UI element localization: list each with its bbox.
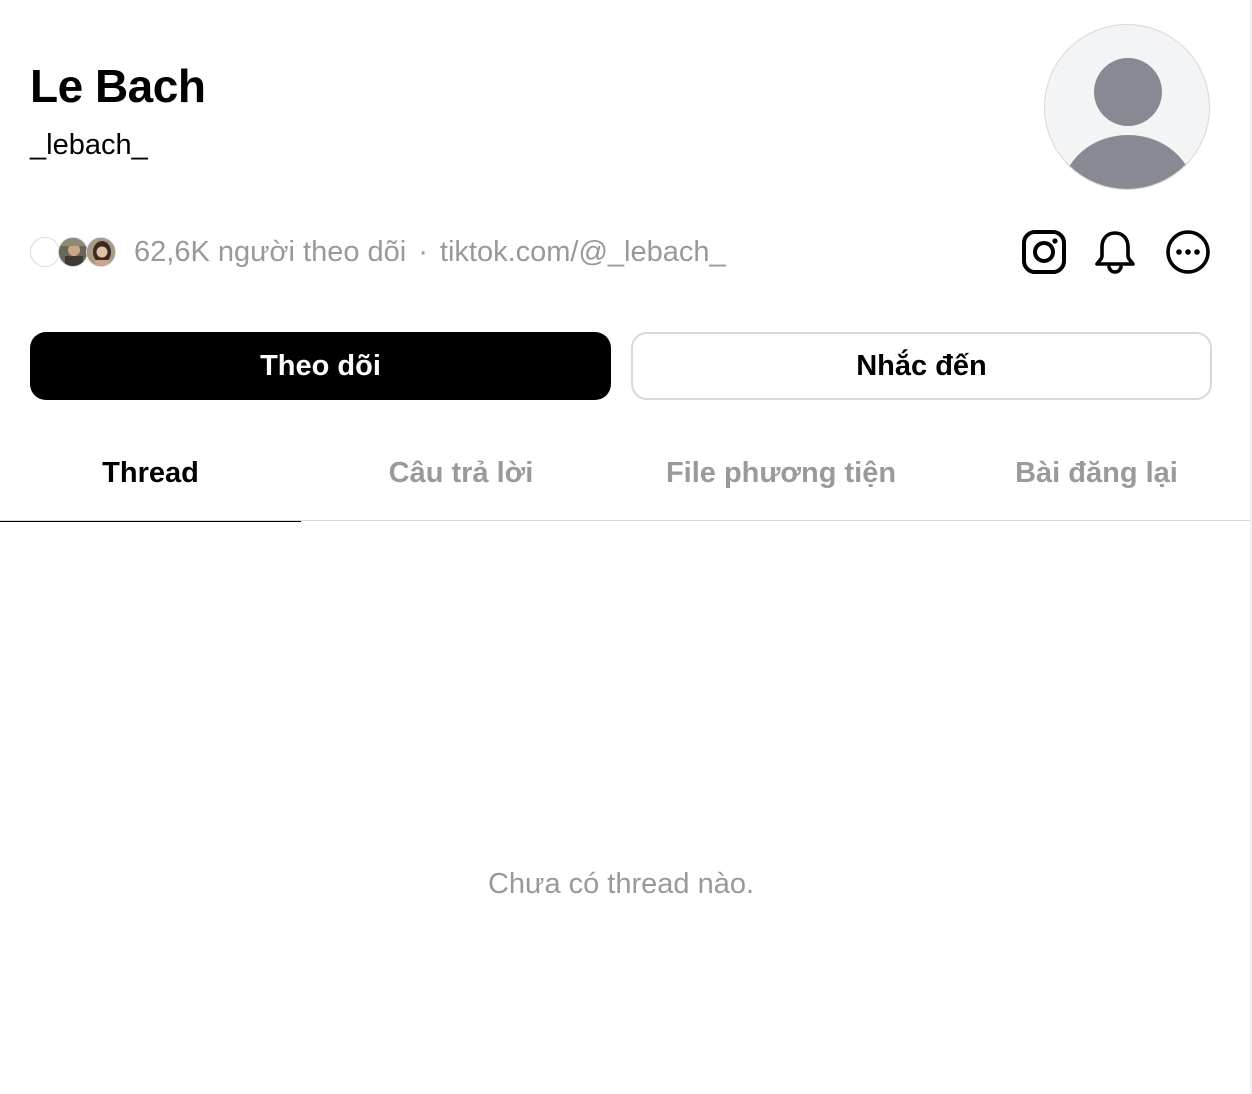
instagram-icon <box>1022 230 1066 274</box>
profile-meta-row: 62,6K người theo dõi · tiktok.com/@_leba… <box>30 232 726 272</box>
more-options-button[interactable] <box>1164 228 1212 276</box>
tab-thread[interactable]: Thread <box>0 426 301 522</box>
tab-media[interactable]: File phương tiện <box>621 426 941 520</box>
follow-button[interactable]: Theo dõi <box>30 332 611 400</box>
tab-replies[interactable]: Câu trả lời <box>301 426 621 520</box>
more-options-icon <box>1166 230 1210 274</box>
profile-link[interactable]: tiktok.com/@_lebach_ <box>440 232 726 272</box>
profile-handle: _lebach_ <box>30 129 148 161</box>
notification-button[interactable] <box>1091 228 1139 276</box>
follower-avatar <box>30 237 60 267</box>
default-user-avatar-icon <box>1062 58 1194 189</box>
tab-reposts[interactable]: Bài đăng lại <box>941 426 1252 520</box>
profile-tabs: Thread Câu trả lời File phương tiện Bài … <box>0 426 1252 522</box>
follower-count[interactable]: 62,6K người theo dõi <box>134 232 406 272</box>
meta-separator: · <box>418 236 428 268</box>
instagram-button[interactable] <box>1020 228 1068 276</box>
tabs-divider <box>0 520 1252 521</box>
follower-avatar <box>86 237 116 267</box>
mention-button[interactable]: Nhắc đến <box>631 332 1212 400</box>
follower-avatars[interactable] <box>30 235 122 269</box>
profile-avatar[interactable] <box>1044 24 1210 190</box>
bell-icon <box>1095 231 1135 274</box>
follower-avatar <box>58 237 88 267</box>
profile-name: Le Bach <box>30 60 206 112</box>
empty-feed-message: Chưa có thread nào. <box>487 868 755 900</box>
